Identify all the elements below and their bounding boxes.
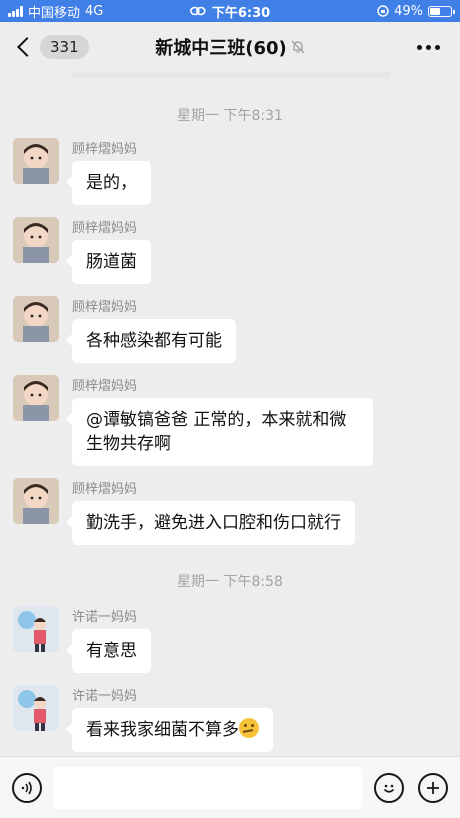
nav-bar: 331 新城中三班(60) (0, 22, 460, 72)
voice-icon (21, 781, 32, 794)
avatar[interactable] (13, 296, 59, 342)
message-bubble[interactable]: 勤洗手，避免进入口腔和伤口就行 (66, 501, 355, 545)
sender-name: 顾梓熠妈妈 (72, 300, 138, 315)
input-bar (0, 756, 460, 818)
status-right: 49% (377, 3, 455, 19)
time-divider: 星期一 下午8:58 (177, 574, 283, 590)
time-divider: 星期一 下午8:31 (177, 108, 283, 124)
avatar[interactable] (13, 478, 59, 524)
message-item: 许诺一妈妈 有意思 (13, 606, 151, 673)
emoji-button[interactable] (374, 772, 404, 803)
thinking-face-emoji (239, 718, 259, 738)
plus-icon (427, 781, 439, 794)
status-bar: 中国移动 4G 下午6:30 49% (0, 0, 460, 22)
avatar[interactable] (13, 217, 59, 263)
link-icon (190, 6, 206, 16)
message-bubble[interactable]: 肠道菌 (66, 240, 151, 284)
more-options-icon[interactable] (417, 44, 440, 50)
sender-name: 顾梓熠妈妈 (72, 142, 138, 157)
message-item: 顾梓熠妈妈 各种感染都有可能 (13, 296, 236, 363)
message-item: 许诺一妈妈 看来我家细菌不算多 (13, 685, 273, 752)
avatar[interactable] (13, 375, 59, 421)
more-functions-button[interactable] (418, 772, 448, 803)
network-type: 4G (85, 3, 104, 19)
message-bubble[interactable]: 各种感染都有可能 (66, 319, 236, 363)
message-item: 顾梓熠妈妈 是的， (13, 138, 151, 205)
sender-name: 顾梓熠妈妈 (72, 379, 138, 394)
status-center: 下午6:30 (190, 2, 270, 21)
battery-percent: 49% (394, 3, 423, 19)
voice-input-button[interactable] (12, 772, 42, 803)
status-time: 下午6:30 (211, 5, 271, 21)
carrier-name: 中国移动 (28, 5, 81, 21)
sender-name: 许诺一妈妈 (72, 689, 138, 704)
rotation-lock-icon (377, 5, 389, 17)
message-bubble[interactable]: 看来我家细菌不算多 (66, 708, 273, 752)
signal-icon (8, 5, 23, 17)
message-bubble[interactable]: @谭敏镐爸爸 正常的，本来就和微生物共存啊 (66, 398, 373, 466)
message-item: 顾梓熠妈妈 勤洗手，避免进入口腔和伤口就行 (13, 478, 355, 545)
avatar[interactable] (13, 685, 59, 731)
avatar[interactable] (13, 138, 59, 184)
chat-area[interactable]: 星期一 下午8:31 顾梓熠妈妈 是的， 顾梓熠妈妈 肠道菌 顾梓熠妈妈 各种感… (0, 78, 460, 756)
sender-name: 顾梓熠妈妈 (72, 482, 138, 497)
chat-title: 新城中三班(60) (155, 38, 287, 59)
message-bubble[interactable]: 是的， (66, 161, 151, 205)
message-input[interactable] (53, 767, 362, 809)
sender-name: 许诺一妈妈 (72, 610, 138, 625)
message-text: 看来我家细菌不算多 (86, 720, 239, 740)
message-item: 顾梓熠妈妈 @谭敏镐爸爸 正常的，本来就和微生物共存啊 (13, 375, 373, 466)
battery-level (430, 7, 440, 15)
smile-icon (383, 784, 395, 793)
message-item: 顾梓熠妈妈 肠道菌 (13, 217, 151, 284)
avatar[interactable] (13, 606, 59, 652)
message-bubble[interactable]: 有意思 (66, 629, 151, 673)
sender-name: 顾梓熠妈妈 (72, 221, 138, 236)
mute-bell-icon (291, 40, 305, 54)
chat-title-wrap: 新城中三班(60) (0, 34, 460, 60)
status-left: 中国移动 4G (8, 2, 103, 21)
battery-icon (428, 5, 455, 17)
